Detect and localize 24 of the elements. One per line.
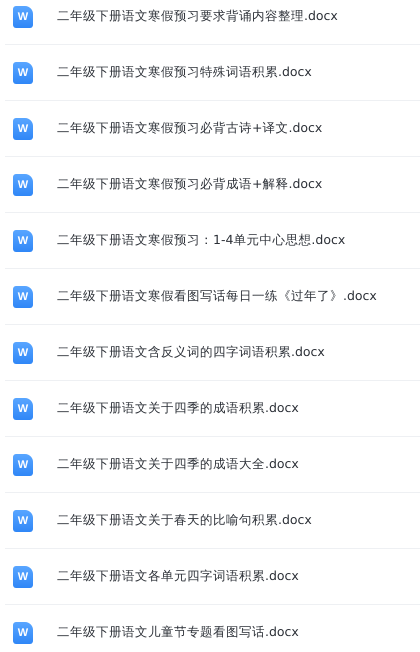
file-name[interactable]: 二年级下册语文寒假预习要求背诵内容整理.docx [57, 8, 338, 25]
word-document-icon: W [13, 398, 33, 420]
word-document-icon: W [13, 118, 33, 140]
word-document-icon: W [13, 286, 33, 308]
word-document-icon: W [13, 62, 33, 84]
file-name[interactable]: 二年级下册语文关于春天的比喻句积累.docx [57, 512, 312, 529]
file-name[interactable]: 二年级下册语文寒假预习必背古诗+译文.docx [57, 120, 322, 137]
file-name[interactable]: 二年级下册语文各单元四字词语积累.docx [57, 568, 299, 585]
file-name[interactable]: 二年级下册语文含反义词的四字词语积累.docx [57, 344, 325, 361]
word-document-icon: W [13, 566, 33, 588]
file-name[interactable]: 二年级下册语文关于四季的成语积累.docx [57, 400, 299, 417]
file-name[interactable]: 二年级下册语文关于四季的成语大全.docx [57, 456, 299, 473]
file-name[interactable]: 二年级下册语文寒假看图写话每日一练《过年了》.docx [57, 288, 377, 305]
word-document-icon: W [13, 454, 33, 476]
word-document-icon: W [13, 6, 33, 28]
file-name[interactable]: 二年级下册语文寒假预习：1-4单元中心思想.docx [57, 232, 346, 249]
file-name[interactable]: 二年级下册语文儿童节专题看图写话.docx [57, 624, 299, 641]
file-name[interactable]: 二年级下册语文寒假预习必背成语+解释.docx [57, 176, 322, 193]
word-document-icon: W [13, 510, 33, 532]
word-document-icon: W [13, 622, 33, 644]
file-name[interactable]: 二年级下册语文寒假预习特殊词语积累.docx [57, 64, 312, 81]
word-document-icon: W [13, 174, 33, 196]
word-document-icon: W [13, 230, 33, 252]
word-document-icon: W [13, 342, 33, 364]
